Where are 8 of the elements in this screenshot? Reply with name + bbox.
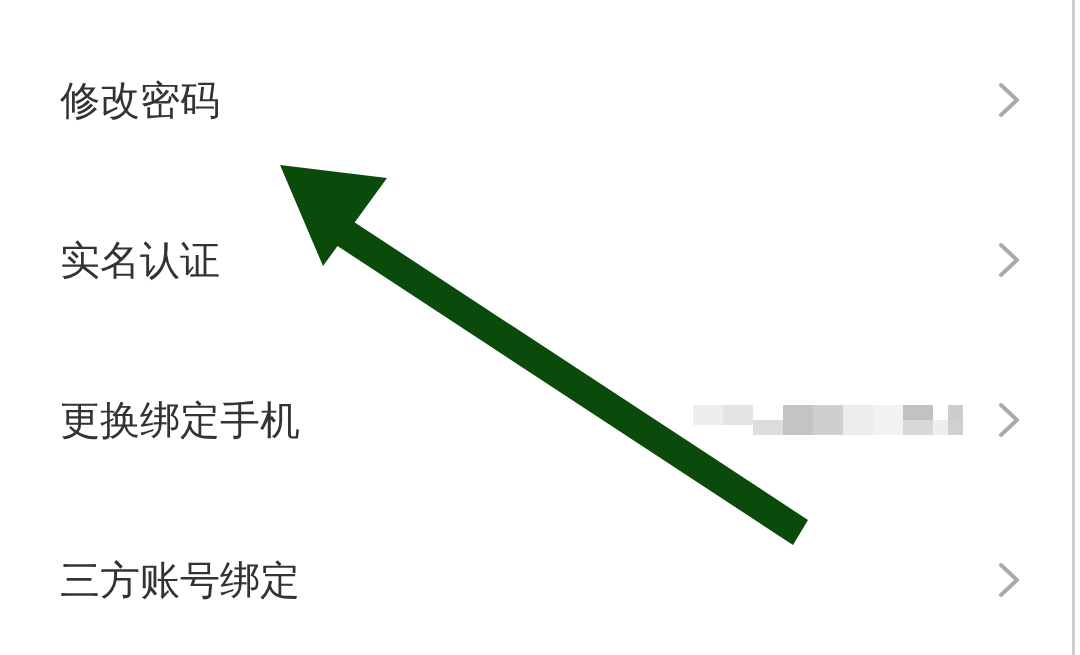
chevron-right-icon[interactable]: [998, 242, 1020, 278]
chevron-right-icon[interactable]: [998, 402, 1020, 438]
setting-label: 修改密码: [60, 75, 221, 125]
chevron-right-icon[interactable]: [998, 82, 1020, 118]
setting-label: 实名认证: [60, 235, 221, 285]
setting-label: 更换绑定手机: [60, 395, 301, 445]
chevron-right-icon[interactable]: [998, 562, 1020, 598]
setting-label: 三方账号绑定: [60, 555, 301, 605]
